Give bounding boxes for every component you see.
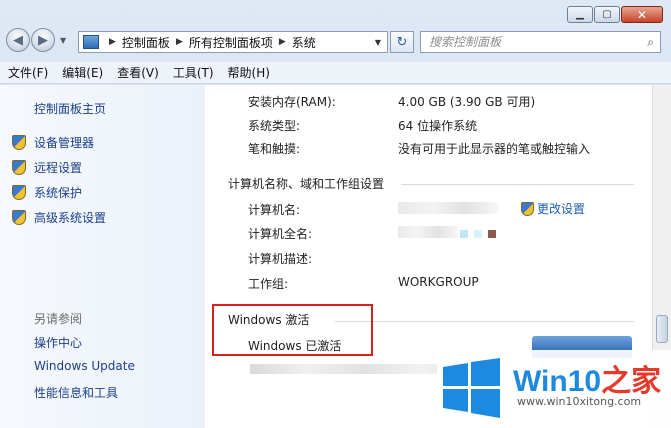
history-dropdown-icon[interactable]: ▼ [60,36,66,45]
sidebar-item-label: 系统保护 [34,186,83,200]
computer-section-heading: 计算机名称、域和工作组设置 [228,177,385,191]
description-label: 计算机描述: [248,252,313,266]
breadcrumb-all-items[interactable]: 所有控制面板项 [189,34,273,51]
watermark-title-accent: 之家 [601,365,662,398]
control-panel-window: ▁ ▢ ✕ ◀ ▶ ▼ ▶ 控制面板 ▶ 所有控制面板项 ▶ 系统 ▼ ↻ ⌕ … [0,0,671,428]
search-input[interactable] [429,35,629,49]
change-settings-label: 更改设置 [537,202,586,216]
back-button[interactable]: ◀ [6,28,30,52]
sidebar-item-label: 设备管理器 [34,136,95,150]
breadcrumb-system[interactable]: 系统 [292,34,316,51]
full-name-value-redacted-tail [460,230,502,238]
refresh-icon: ↻ [396,34,408,50]
menu-help[interactable]: 帮助(H) [228,64,270,81]
sidebar-item-label: 远程设置 [34,161,83,175]
scrollbar-thumb[interactable] [656,315,668,343]
section-divider [335,321,634,322]
watermark-title: Win10之家 [513,356,661,400]
shield-icon [12,160,26,175]
windows-logo-icon [443,358,500,418]
system-type-label: 系统类型: [248,119,301,133]
sidebar: 控制面板主页 设备管理器 远程设置 系统保护 高级系统设置 另请参阅 操作中心 … [0,85,205,428]
control-panel-icon [83,35,99,49]
sidebar-item-protection[interactable]: 系统保护 [12,184,82,201]
address-bar[interactable]: ▶ 控制面板 ▶ 所有控制面板项 ▶ 系统 ▼ [78,31,388,53]
workgroup-label: 工作组: [248,277,289,291]
workgroup-value: WORKGROUP [398,275,479,289]
breadcrumb-control-panel[interactable]: 控制面板 [122,34,170,51]
watermark-url: www.win10xitong.com [517,395,642,408]
maximize-button[interactable]: ▢ [594,6,620,23]
caption-buttons: ▁ ▢ ✕ [566,6,663,23]
refresh-button[interactable]: ↻ [390,31,414,53]
computer-name-label: 计算机名: [248,203,301,217]
section-divider [401,184,634,185]
see-also-heading: 另请参阅 [34,312,83,326]
ram-label: 安装内存(RAM): [248,95,336,109]
breadcrumb-separator-icon[interactable]: ▶ [279,37,286,47]
search-box[interactable]: ⌕ [420,31,661,53]
sidebar-home-link[interactable]: 控制面板主页 [34,100,106,117]
full-name-value-redacted [398,226,458,238]
nav-buttons: ◀ ▶ ▼ [6,28,66,52]
link-performance[interactable]: 性能信息和工具 [34,384,118,401]
sidebar-item-label: 高级系统设置 [34,211,107,225]
arrow-right-icon: ▶ [38,32,48,48]
menu-view[interactable]: 查看(V) [117,64,159,81]
forward-button[interactable]: ▶ [31,28,55,52]
menu-edit[interactable]: 编辑(E) [62,64,103,81]
change-settings-link[interactable]: 更改设置 [521,200,585,217]
shield-icon [12,185,26,200]
minimize-button[interactable]: ▁ [567,6,593,23]
full-name-label: 计算机全名: [248,227,313,241]
menu-tools[interactable]: 工具(T) [173,64,214,81]
shield-icon [12,210,26,225]
shield-icon [521,201,534,216]
sidebar-item-advanced[interactable]: 高级系统设置 [12,209,106,226]
breadcrumb-separator-icon[interactable]: ▶ [109,37,116,47]
pen-value: 没有可用于此显示器的笔或触控输入 [398,142,591,156]
address-dropdown-icon[interactable]: ▼ [375,38,381,47]
ram-value: 4.00 GB (3.90 GB 可用) [398,95,536,109]
search-icon[interactable]: ⌕ [647,35,654,50]
menu-file[interactable]: 文件(F) [8,64,48,81]
system-type-value: 64 位操作系统 [398,119,478,133]
computer-name-value-redacted [398,202,498,214]
menu-bar: 文件(F) 编辑(E) 查看(V) 工具(T) 帮助(H) [0,62,671,84]
activation-highlight [212,304,373,356]
watermark-title-main: Win10 [513,365,602,398]
sidebar-item-device-manager[interactable]: 设备管理器 [12,134,94,151]
link-action-center[interactable]: 操作中心 [34,334,82,351]
watermark: Win10之家 www.win10xitong.com [437,350,671,428]
shield-icon [12,135,26,150]
link-windows-update[interactable]: Windows Update [34,359,135,373]
breadcrumb-separator-icon[interactable]: ▶ [176,37,183,47]
pen-label: 笔和触摸: [248,142,301,156]
arrow-left-icon: ◀ [13,32,23,48]
sidebar-item-remote[interactable]: 远程设置 [12,159,82,176]
close-button[interactable]: ✕ [621,6,663,23]
